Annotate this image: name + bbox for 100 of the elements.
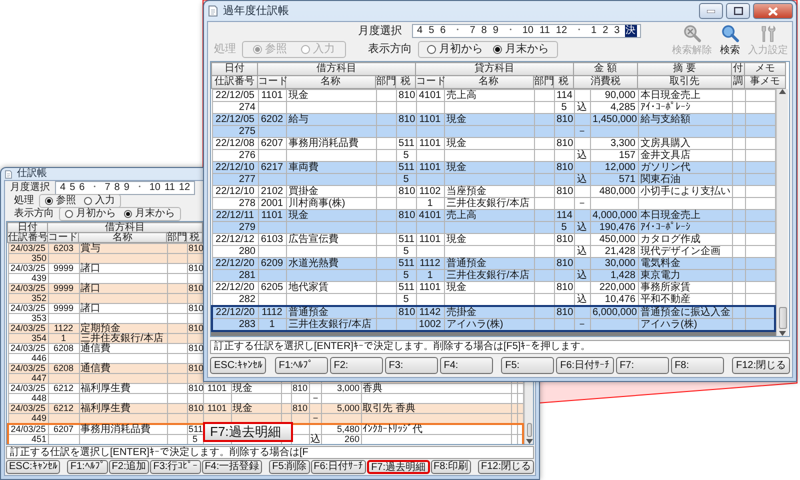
function-key-button[interactable]: F5:削除 <box>269 460 310 474</box>
table-cell[interactable]: 売上高 <box>444 90 534 102</box>
month-option[interactable]: 9 <box>492 25 500 37</box>
scroll-down-icon[interactable] <box>526 439 532 444</box>
month-label: 月度選択 <box>358 24 402 38</box>
function-key-button[interactable]: F2: <box>330 357 383 374</box>
table-cell[interactable]: 449 <box>8 414 48 424</box>
table-cell[interactable]: 282 <box>212 294 258 306</box>
close-icon <box>768 6 778 16</box>
maximize-icon <box>734 7 742 15</box>
radio-button[interactable]: 月初から <box>427 43 483 56</box>
month-option[interactable]: 1 <box>590 25 598 37</box>
column-header: 摘 要 <box>638 62 732 76</box>
column-header: 金 額 <box>574 62 638 76</box>
function-key-button[interactable]: F7: <box>616 357 669 374</box>
radio-button: 参照 <box>253 43 287 56</box>
month-label: 月度選択 <box>10 182 50 194</box>
minimize-button[interactable] <box>699 3 723 19</box>
month-option[interactable]: 11 <box>538 25 551 37</box>
column-header: 取引先 <box>638 76 732 88</box>
scroll-down-icon[interactable] <box>779 331 786 336</box>
function-key-button[interactable]: F1:ﾍﾙﾌﾟ <box>67 460 108 474</box>
table-cell[interactable]: 平和不動産 <box>638 294 732 306</box>
table-cell[interactable]: 込 <box>574 294 590 306</box>
month-option[interactable]: 12 <box>178 182 192 194</box>
vertical-scrollbar[interactable] <box>776 89 788 336</box>
status-message: 訂正する仕訳を選択し[ENTER]ｷｰで決定します。削除する場合は[F <box>6 446 534 459</box>
column-header: 日付 <box>212 62 258 76</box>
scrollbar-thumb[interactable] <box>778 307 786 329</box>
function-key-button[interactable]: F8:印刷 <box>430 460 471 474</box>
maximize-button[interactable] <box>726 3 750 19</box>
month-option[interactable]: 5 <box>428 25 436 37</box>
function-key-button[interactable]: F7:過去明細 <box>367 460 430 474</box>
month-separator: ・ <box>573 25 586 37</box>
function-key-button[interactable]: F12:閉じる <box>732 357 790 374</box>
column-header: メモ <box>744 62 786 76</box>
radio-button[interactable]: 月末から <box>493 43 549 56</box>
month-option[interactable]: 10 <box>148 182 162 194</box>
month-option[interactable]: 9 <box>122 182 130 194</box>
table-cell[interactable]: 現金 <box>286 90 376 102</box>
table-cell[interactable]: 本日現金売上 <box>638 90 732 102</box>
column-header: 名称 <box>286 76 376 88</box>
column-header: 部門 <box>166 232 186 242</box>
function-key-button[interactable]: F4:一括登録 <box>202 460 262 474</box>
scrollbar-thumb[interactable] <box>526 423 532 437</box>
column-header: 日付 <box>8 222 48 232</box>
function-key-button[interactable]: F5: <box>501 357 554 374</box>
month-separator: ・ <box>133 182 146 194</box>
month-separator: ・ <box>88 182 101 194</box>
function-key-button[interactable]: ESC:ｷｬﾝｾﾙ <box>6 460 60 474</box>
column-header: 名称 <box>78 232 166 242</box>
column-header: 事メモ <box>744 76 786 88</box>
month-option[interactable]: 11 <box>164 182 176 194</box>
month-option[interactable]: 4 <box>416 25 424 37</box>
minimize-icon <box>707 10 715 12</box>
function-key-button[interactable]: F12:閉じる <box>478 460 534 474</box>
function-key-button[interactable]: F8: <box>670 357 724 374</box>
radio-button[interactable]: 月初から <box>65 208 116 220</box>
input-settings-button: 入力設定 <box>748 24 788 57</box>
function-key-button[interactable]: F6:日付ｻｰﾁ <box>310 460 366 474</box>
radio-button[interactable]: 参照 <box>45 195 76 207</box>
month-option[interactable]: 決 <box>624 25 637 37</box>
month-option[interactable]: 8 <box>113 182 121 194</box>
window-title: 仕訳帳 <box>17 168 47 180</box>
table-cell[interactable]: 賞与 <box>79 244 167 254</box>
month-option[interactable]: 2 <box>602 25 610 37</box>
document-icon <box>207 5 219 17</box>
column-header: 仕訳番号 <box>212 76 258 88</box>
month-option[interactable]: 7 <box>104 182 112 194</box>
window-title: 過年度仕訳帳 <box>223 4 289 18</box>
function-key-button[interactable]: ESC:ｷｬﾝｾﾙ <box>210 357 266 374</box>
search-button[interactable]: 検索 <box>720 24 740 57</box>
function-key-button[interactable]: F4: <box>440 357 493 374</box>
month-option[interactable]: 6 <box>78 182 86 194</box>
table-cell[interactable]: 22/12/05 <box>212 90 258 102</box>
function-key-button[interactable]: F3:行ｺﾋﾟｰ <box>150 460 201 474</box>
radio-button[interactable]: 月末から <box>124 208 175 220</box>
radio-button[interactable]: 入力 <box>84 195 115 207</box>
mode-label: 処理 <box>214 43 236 56</box>
close-button[interactable] <box>753 3 793 19</box>
table-cell[interactable]: 24/03/25 <box>8 244 48 254</box>
month-option[interactable]: 5 <box>68 182 76 194</box>
month-option[interactable]: 12 <box>554 25 568 37</box>
status-message: 訂正する仕訳を選択し[ENTER]ｷｰで決定します。削除する場合は[F5]ｷｰを押します。 <box>210 340 790 354</box>
function-key-button[interactable]: F1:ﾍﾙﾌﾟ <box>274 357 328 374</box>
column-header: 貸方科目 <box>416 62 574 76</box>
function-key-button[interactable]: F6:日付ｻｰﾁ <box>556 357 614 374</box>
month-option[interactable]: 3 <box>613 25 621 37</box>
month-option[interactable]: 10 <box>521 25 534 37</box>
search-icon <box>720 24 740 44</box>
function-key-button[interactable]: F2:追加 <box>108 460 150 474</box>
column-header: 付 <box>732 62 744 76</box>
month-option[interactable]: 7 <box>468 25 476 37</box>
column-header: 借方科目 <box>258 62 416 76</box>
month-option[interactable]: 8 <box>480 25 488 37</box>
month-option[interactable]: 4 <box>59 182 67 194</box>
month-option[interactable]: 6 <box>439 25 447 37</box>
month-separator: ・ <box>452 25 464 37</box>
function-key-button[interactable]: F3: <box>384 357 438 374</box>
column-header: 消費税 <box>574 76 638 88</box>
